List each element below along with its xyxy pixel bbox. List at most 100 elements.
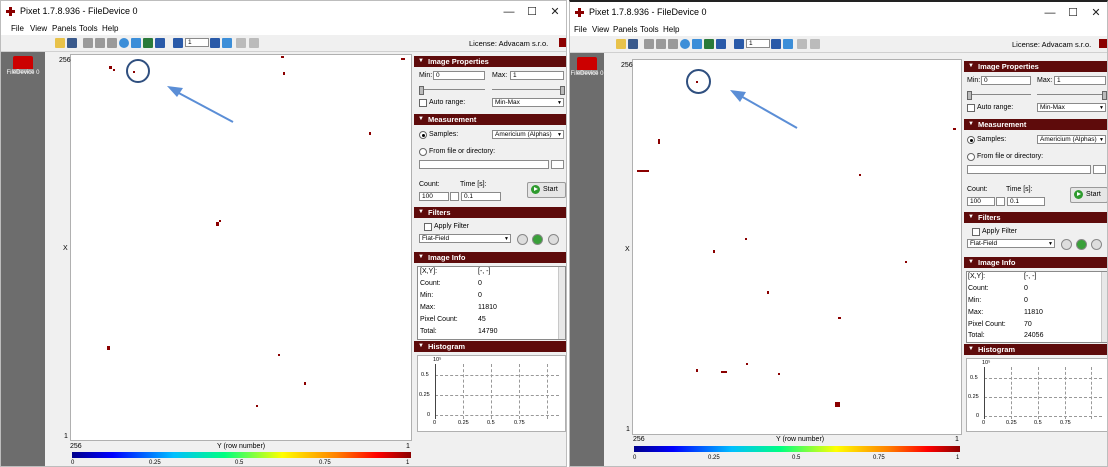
histogram-header[interactable]: Histogram [964,344,1107,355]
frame-spinbox[interactable]: 1 [746,39,770,48]
max-input[interactable]: 1 [1054,76,1106,85]
split-view-icon[interactable] [656,39,666,49]
colormap-icon[interactable] [131,38,141,48]
auto-range-checkbox[interactable] [967,104,975,112]
menu-tools[interactable]: Tools [640,24,659,36]
min-input[interactable]: 0 [433,71,485,80]
apply-filter-checkbox[interactable] [972,228,980,236]
slider-handle[interactable] [967,91,972,100]
measurement-header[interactable]: Measurement [964,119,1107,130]
frame-spinbox[interactable]: 1 [185,38,209,47]
measurement-header[interactable]: Measurement [414,114,566,125]
next-arrow-icon[interactable] [210,38,220,48]
file-path-input[interactable] [967,165,1091,174]
maximize-button[interactable]: ☐ [521,4,543,20]
max-slider[interactable] [492,86,565,95]
device-icon[interactable] [12,56,34,73]
menu-help[interactable]: Help [102,23,118,35]
from-file-radio[interactable] [419,148,427,156]
equalize-icon[interactable] [155,38,165,48]
split-view-icon[interactable] [95,38,105,48]
align-icon[interactable] [704,39,714,49]
image-view[interactable] [70,54,412,441]
align-icon[interactable] [143,38,153,48]
max-slider[interactable] [1037,91,1107,100]
count-input[interactable]: 100 [967,197,995,206]
auto-range-select[interactable]: Min-Max [1037,103,1106,112]
menu-file[interactable]: File [574,24,587,36]
refresh-icon[interactable] [680,39,690,49]
previous-arrow-icon[interactable] [734,39,744,49]
cube-view-icon[interactable] [107,38,117,48]
export-icon[interactable] [222,38,232,48]
info-scrollbar[interactable] [1101,272,1107,342]
start-button[interactable]: Start [527,182,566,198]
max-input[interactable]: 1 [510,71,564,80]
copy-icon[interactable] [249,38,259,48]
file-path-input[interactable] [419,160,549,169]
from-file-radio[interactable] [967,153,975,161]
filter-settings-icon[interactable] [1061,239,1072,250]
slider-handle[interactable] [419,86,424,95]
min-slider[interactable] [419,86,485,95]
minimize-button[interactable]: — [1039,5,1061,21]
settings-icon[interactable] [797,39,807,49]
save-icon[interactable] [67,38,77,48]
close-button[interactable]: ✕ [544,4,566,20]
copy-icon[interactable] [810,39,820,49]
slider-handle[interactable] [560,86,565,95]
histogram-plot[interactable]: 10⁵ 0.5 0.25 0 0 0.25 0.5 0.75 [966,358,1107,432]
filter-settings-icon[interactable] [517,234,528,245]
open-folder-icon[interactable] [616,39,626,49]
start-button[interactable]: Start [1070,187,1107,203]
time-input[interactable]: 0.1 [461,192,501,201]
grid-view-icon[interactable] [83,38,93,48]
maximize-button[interactable]: ☐ [1062,5,1084,21]
minimize-button[interactable]: — [498,4,520,20]
filter-select[interactable]: Flat-Field [967,239,1055,248]
refresh-icon[interactable] [119,38,129,48]
samples-radio[interactable] [419,131,427,139]
histogram-header[interactable]: Histogram [414,341,566,352]
samples-radio[interactable] [967,136,975,144]
cube-view-icon[interactable] [668,39,678,49]
samples-select[interactable]: Americium (Alphas) [492,130,564,139]
menu-tools[interactable]: Tools [79,23,98,35]
export-icon[interactable] [783,39,793,49]
image-properties-header[interactable]: Image Properties [964,61,1107,72]
image-info-header[interactable]: Image Info [964,257,1107,268]
time-input[interactable]: 0.1 [1007,197,1045,206]
menu-view[interactable]: View [30,23,47,35]
min-slider[interactable] [967,91,1031,100]
menu-file[interactable]: File [11,23,24,35]
menu-panels[interactable]: Panels [52,23,76,35]
count-spin-button[interactable] [996,197,1005,206]
count-input[interactable]: 100 [419,192,449,201]
menu-panels[interactable]: Panels [613,24,637,36]
add-filter-icon[interactable] [1076,239,1087,250]
samples-select[interactable]: Americium (Alphas) [1037,135,1106,144]
image-properties-header[interactable]: Image Properties [414,56,566,67]
equalize-icon[interactable] [716,39,726,49]
auto-range-checkbox[interactable] [419,99,427,107]
filter-select[interactable]: Flat-Field [419,234,511,243]
slider-handle[interactable] [1102,91,1107,100]
count-spin-button[interactable] [450,192,459,201]
auto-range-select[interactable]: Min-Max [492,98,564,107]
previous-arrow-icon[interactable] [173,38,183,48]
menu-help[interactable]: Help [663,24,679,36]
image-info-header[interactable]: Image Info [414,252,566,263]
close-button[interactable]: ✕ [1085,5,1107,21]
browse-button[interactable] [551,160,564,169]
remove-filter-icon[interactable] [1091,239,1102,250]
menu-view[interactable]: View [592,24,609,36]
grid-view-icon[interactable] [644,39,654,49]
filters-header[interactable]: Filters [414,207,566,218]
filters-header[interactable]: Filters [964,212,1107,223]
device-icon[interactable] [576,57,598,74]
save-icon[interactable] [628,39,638,49]
browse-button[interactable] [1093,165,1106,174]
image-view[interactable] [632,59,962,435]
apply-filter-checkbox[interactable] [424,223,432,231]
histogram-plot[interactable]: 10⁵ 0.5 0.25 0 0 0.25 0.5 0.75 [417,355,566,432]
